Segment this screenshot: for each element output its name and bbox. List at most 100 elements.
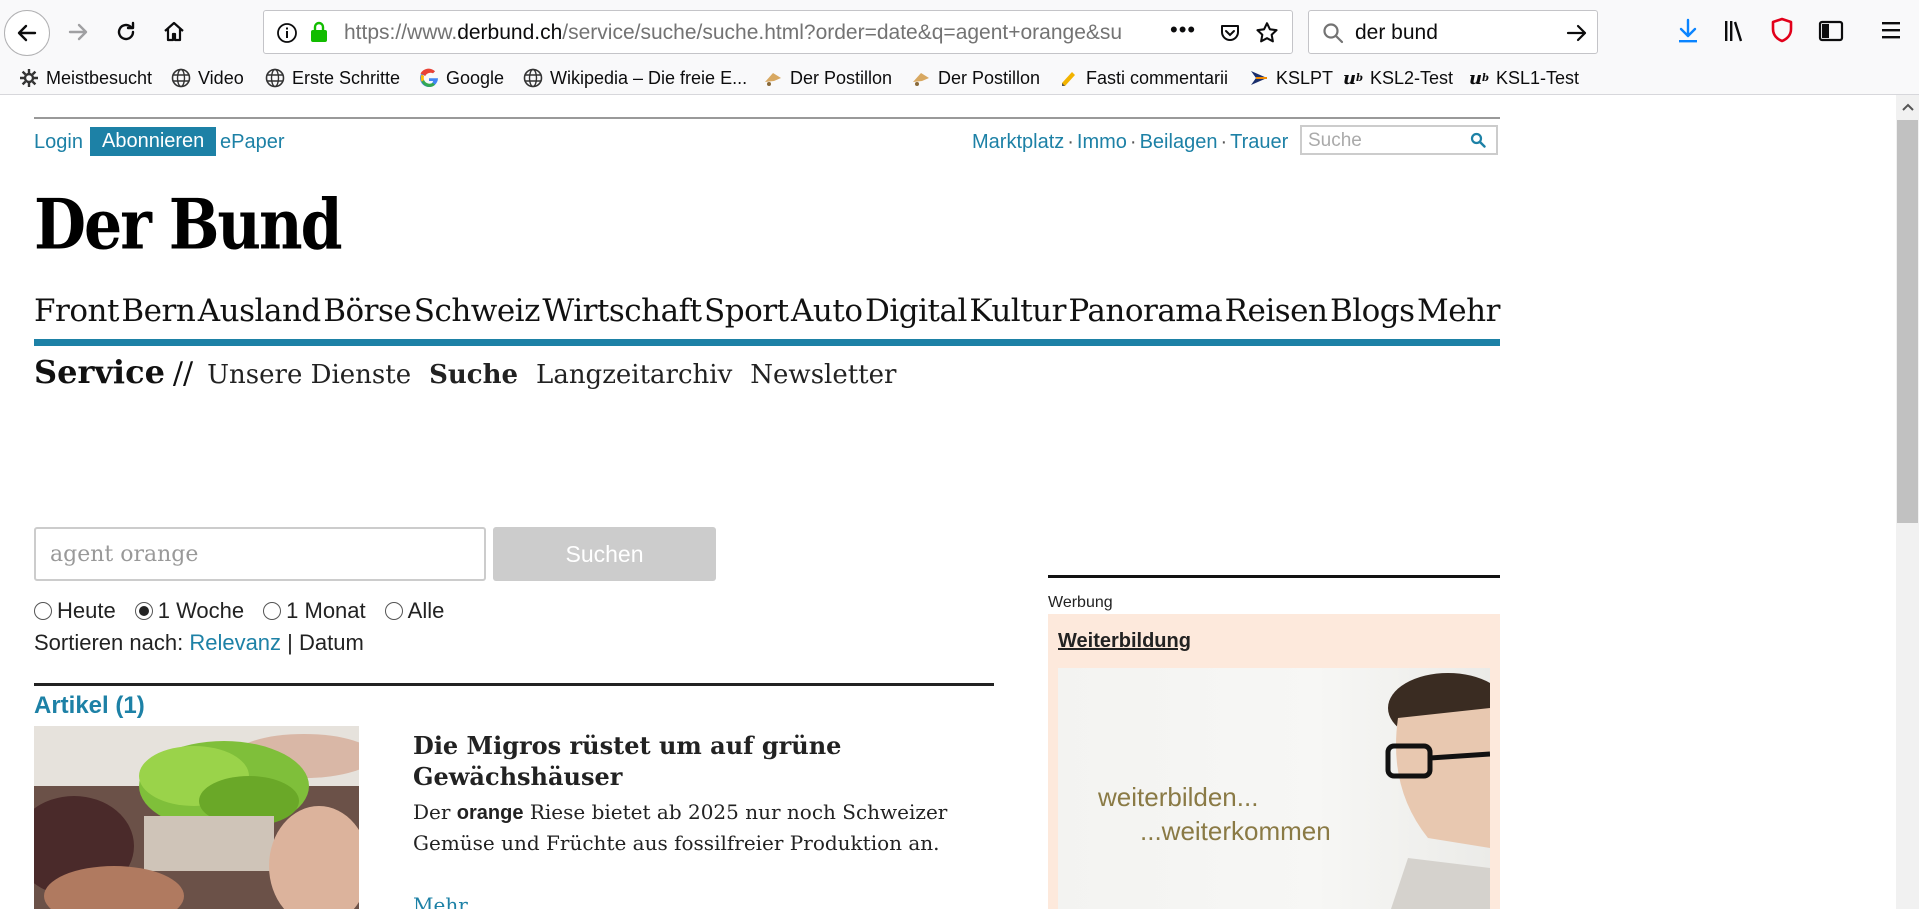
bookmark-star-icon[interactable] (1254, 20, 1280, 46)
article-headline[interactable]: Die Migros rüstet um auf grüne Gewächshä… (413, 730, 973, 792)
subnav-newsletter[interactable]: Newsletter (750, 360, 896, 390)
subnav-unsere-dienste[interactable]: Unsere Dienste (207, 360, 411, 390)
subnav-langzeitarchiv[interactable]: Langzeitarchiv (536, 360, 732, 390)
bookmark-postillon-1[interactable]: Der Postillon (762, 65, 892, 91)
nav-sport[interactable]: Sport (704, 293, 789, 339)
radio-button[interactable] (34, 602, 52, 620)
bookmark-kslpt[interactable]: KSLPT (1248, 65, 1333, 91)
bookmark-wikipedia[interactable]: Wikipedia – Die freie E... (522, 65, 747, 91)
info-icon (277, 23, 297, 43)
forward-arrow-icon (68, 23, 88, 41)
page-actions-button[interactable]: ••• (1170, 17, 1196, 43)
bookmark-label: KSL2-Test (1370, 67, 1454, 88)
bookmark-label: KSL1-Test (1496, 67, 1580, 88)
filter-1-woche[interactable]: 1 Woche (134, 598, 244, 624)
globe-icon (170, 67, 192, 89)
section-title: Service (34, 353, 165, 391)
library-icon[interactable] (1722, 18, 1748, 44)
trauer-link[interactable]: Trauer (1230, 131, 1288, 153)
login-link[interactable]: Login (34, 131, 83, 154)
nav-kultur[interactable]: Kultur (969, 293, 1066, 339)
bookmark-erste-schritte[interactable]: Erste Schritte (264, 65, 400, 91)
bookmark-label: Fasti commentarii (1086, 67, 1229, 88)
back-arrow-icon (17, 24, 37, 42)
bookmark-label: KSLPT (1276, 67, 1334, 88)
bookmark-postillon-2[interactable]: Der Postillon (910, 65, 1040, 91)
nav-reisen[interactable]: Reisen (1225, 293, 1328, 339)
nav-panorama[interactable]: Panorama (1068, 293, 1222, 339)
lock-icon (311, 21, 327, 42)
filter-alle[interactable]: Alle (384, 598, 444, 624)
search-input-value: agent orange (50, 542, 199, 567)
search-go-arrow-icon[interactable] (1565, 21, 1589, 45)
browser-search-query: der bund (1355, 21, 1438, 44)
menu-icon[interactable] (1880, 19, 1902, 41)
link-separator: · (1129, 131, 1137, 153)
search-input[interactable]: agent orange (34, 527, 486, 581)
radio-button-selected[interactable] (134, 602, 153, 620)
nav-front[interactable]: Front (34, 293, 119, 339)
filter-heute[interactable]: Heute (34, 598, 116, 624)
search-icon (1323, 23, 1344, 44)
ad-title-link[interactable]: Weiterbildung (1058, 630, 1191, 653)
link-separator: · (1067, 131, 1074, 153)
bookmark-fasti-commentarii[interactable]: Fasti commentarii (1058, 65, 1228, 91)
url-bar[interactable]: https://www.derbund.ch/service/suche/suc… (263, 10, 1293, 54)
search-icon[interactable] (1470, 132, 1486, 148)
article-more-link[interactable]: Mehr... (413, 893, 485, 909)
forward-button[interactable] (62, 16, 94, 48)
site-search-input[interactable]: Suche (1300, 125, 1498, 155)
browser-toolbar: https://www.derbund.ch/service/suche/suc… (0, 0, 1919, 62)
results-divider (34, 683, 994, 686)
scrollbar-thumb[interactable] (1897, 120, 1918, 523)
url-text: https://www.derbund.ch/service/suche/suc… (344, 21, 1134, 45)
web-page: Login Abonnieren ePaper Marktplatz · Immo ·… (0, 95, 1896, 909)
home-button[interactable] (158, 16, 190, 48)
article-thumbnail[interactable] (34, 726, 359, 909)
beilagen-link[interactable]: Beilagen (1140, 131, 1218, 153)
bookmark-meistbesucht[interactable]: Meistbesucht (18, 65, 152, 91)
service-subnav: Service // Unsere Dienste Suche Langzeit… (34, 353, 914, 391)
immo-link[interactable]: Immo (1077, 131, 1127, 153)
nav-digital[interactable]: Digital (865, 293, 967, 339)
nav-mehr[interactable]: Mehr (1417, 293, 1500, 339)
nav-bern[interactable]: Bern (121, 293, 195, 339)
nav-schweiz[interactable]: Schweiz (414, 293, 541, 339)
nav-ausland[interactable]: Ausland (198, 293, 321, 339)
filter-label: 1 Monat (286, 598, 366, 623)
reload-icon (117, 21, 135, 41)
shield-icon[interactable] (1770, 17, 1794, 43)
marktplatz-link[interactable]: Marktplatz (972, 131, 1064, 153)
ad-image[interactable]: weiterbilden... ...weiterkommen (1058, 668, 1490, 909)
browser-search-bar[interactable]: der bund (1308, 10, 1598, 54)
ad-box[interactable]: Weiterbildung weiterbilden... ...weiterk… (1048, 614, 1500, 909)
ub-icon: ub (1468, 67, 1490, 89)
nav-auto[interactable]: Auto (791, 293, 863, 339)
sort-relevance-link[interactable]: Relevanz (189, 630, 281, 655)
bookmark-google[interactable]: Google (418, 65, 504, 91)
der-bund-logo[interactable]: Der Bund (34, 185, 343, 266)
pocket-icon[interactable] (1218, 21, 1242, 45)
filter-1-monat[interactable]: 1 Monat (263, 598, 366, 624)
scroll-up-arrow-icon[interactable] (1902, 103, 1914, 111)
reload-button[interactable] (110, 16, 142, 48)
radio-button[interactable] (384, 602, 403, 620)
bookmark-ksl1-test[interactable]: ub KSL1-Test (1468, 65, 1579, 91)
bookmark-label: Der Postillon (938, 67, 1041, 88)
abonnieren-button[interactable]: Abonnieren (90, 127, 217, 156)
back-button[interactable] (4, 10, 50, 56)
nav-blogs[interactable]: Blogs (1330, 293, 1415, 339)
subnav-suche[interactable]: Suche (429, 360, 518, 390)
ad-slogan-line-1: weiterbilden... (1098, 782, 1259, 812)
service-links: Marktplatz · Immo · Beilagen · Trauer (972, 131, 1288, 154)
download-icon[interactable] (1676, 18, 1700, 44)
epaper-link[interactable]: ePaper (220, 131, 285, 154)
bookmark-label: Wikipedia – Die freie E... (550, 67, 748, 88)
bookmark-ksl2-test[interactable]: ub KSL2-Test (1342, 65, 1453, 91)
suchen-button[interactable]: Suchen (493, 527, 716, 581)
radio-button[interactable] (263, 602, 282, 620)
nav-wirtschaft[interactable]: Wirtschaft (542, 293, 702, 339)
bookmark-video[interactable]: Video (170, 65, 244, 91)
nav-boerse[interactable]: Börse (323, 293, 412, 339)
sidebar-icon[interactable] (1818, 19, 1844, 43)
